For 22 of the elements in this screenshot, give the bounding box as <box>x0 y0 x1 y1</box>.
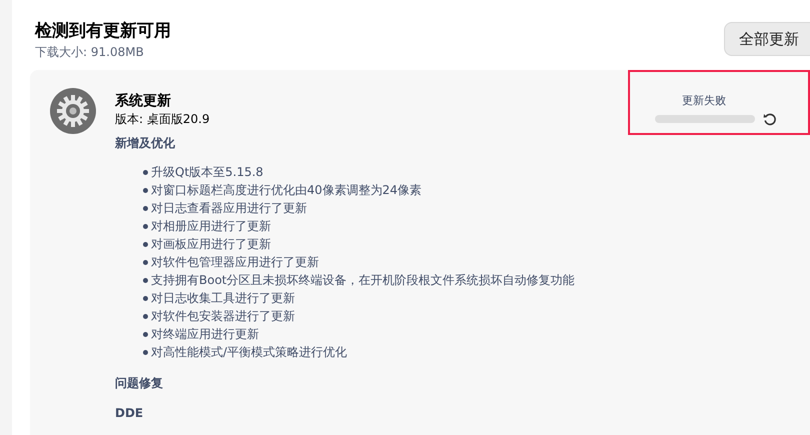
changelog-item: 升级Qt版本至5.15.8 <box>143 163 810 181</box>
status-text: 更新失败 <box>682 94 726 108</box>
section-heading: 问题修复 <box>115 375 163 391</box>
changelog-item: 对软件包管理器应用进行了更新 <box>143 253 810 271</box>
changelog-item: 对终端应用进行更新 <box>143 325 810 343</box>
retry-icon[interactable] <box>763 112 777 126</box>
changelog-item: 对日志收集工具进行了更新 <box>143 289 810 307</box>
version-label: 版本: 桌面版20.9 <box>115 111 210 127</box>
changelog-item: 对日志查看器应用进行了更新 <box>143 199 810 217</box>
changelog-item: 对画板应用进行了更新 <box>143 235 810 253</box>
download-size: 下载大小: 91.08MB <box>35 44 145 60</box>
page-title: 检测到有更新可用 <box>35 20 171 42</box>
changelog-item: 对软件包安装器进行了更新 <box>143 307 810 325</box>
section-heading: 新增及优化 <box>115 135 175 151</box>
changelog-item: 对窗口标题栏高度进行优化由40像素调整为24像素 <box>143 181 810 199</box>
changelog-item: 对相册应用进行了更新 <box>143 217 810 235</box>
gear-icon <box>50 88 96 134</box>
update-name: 系统更新 <box>115 92 171 111</box>
section-heading: DDE <box>115 405 144 421</box>
changelog-item: 对高性能模式/平衡模式策略进行优化 <box>143 343 810 361</box>
changelog-item: 支持拥有Boot分区且未损坏终端设备，在开机阶段根文件系统损坏自动修复功能 <box>143 271 810 289</box>
update-all-button[interactable]: 全部更新 <box>724 22 810 56</box>
